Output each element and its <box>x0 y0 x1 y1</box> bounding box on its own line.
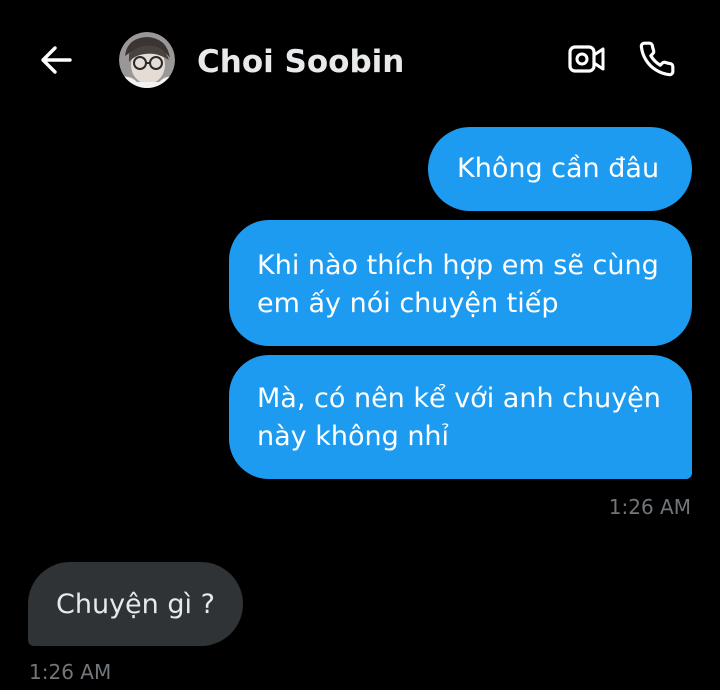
message-timestamp: 1:26 AM <box>608 495 691 519</box>
message-bubble-outgoing[interactable]: Khi nào thích hợp em sẽ cùng em ấy nói c… <box>229 220 692 346</box>
avatar[interactable] <box>119 32 175 88</box>
message-bubble-outgoing[interactable]: Không cần đâu <box>428 127 692 211</box>
phone-icon <box>638 40 676 82</box>
message-bubble-outgoing[interactable]: Mà, có nên kể với anh chuyện này không n… <box>229 355 692 479</box>
video-camera-icon <box>568 44 606 78</box>
back-button[interactable] <box>36 42 76 82</box>
message-bubble-incoming[interactable]: Chuyện gì ? <box>28 562 243 646</box>
conversation-header: Choi Soobin <box>0 0 720 110</box>
voice-call-button[interactable] <box>636 40 678 82</box>
video-call-button[interactable] <box>566 41 608 81</box>
contact-name[interactable]: Choi Soobin <box>197 40 404 84</box>
message-timestamp: 1:26 AM <box>29 660 112 684</box>
arrow-left-icon <box>39 43 73 81</box>
